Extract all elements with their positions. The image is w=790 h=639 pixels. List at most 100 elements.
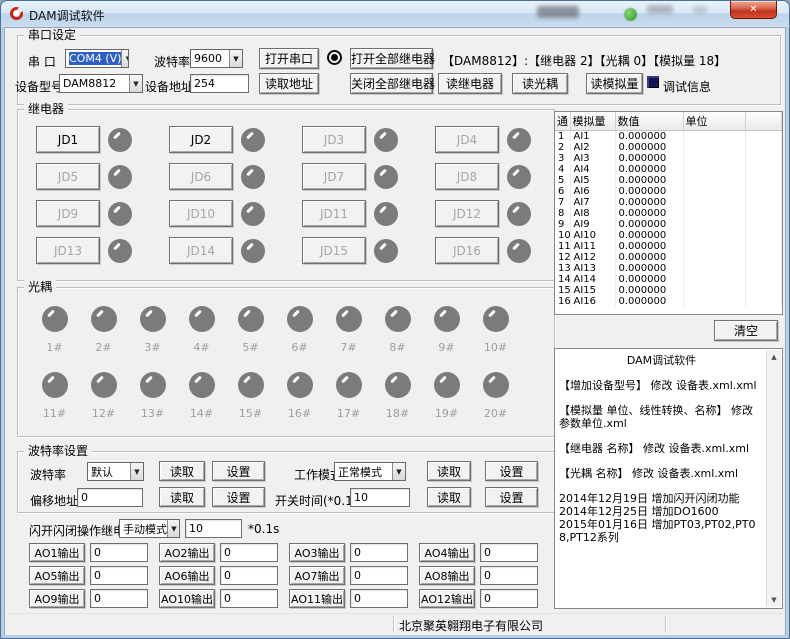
chevron-down-icon[interactable]: ▼	[130, 463, 143, 480]
ao-value-input-8[interactable]	[480, 566, 538, 585]
analog-table-row[interactable]: 8AI80.000000	[555, 208, 782, 219]
chevron-down-icon[interactable]: ▼	[121, 50, 129, 67]
ao-output-button-5[interactable]: AO5输出	[29, 566, 85, 585]
analog-table-row[interactable]: 15AI150.000000	[555, 285, 782, 296]
relay-button-jd3[interactable]: JD3	[302, 126, 366, 153]
close-button[interactable]: ✕	[730, 1, 777, 19]
read-opto-button[interactable]: 读光耦	[512, 73, 568, 94]
col-header-analog[interactable]: 模拟量	[570, 112, 615, 131]
baudrate-select[interactable]: 默认 ▼	[87, 462, 144, 481]
ao-value-input-2[interactable]	[220, 543, 278, 562]
col-header-value[interactable]: 数值	[615, 112, 683, 131]
relay-button-jd16[interactable]: JD16	[435, 237, 499, 264]
analog-table-row[interactable]: 6AI60.000000	[555, 186, 782, 197]
relay-button-jd9[interactable]: JD9	[36, 200, 100, 227]
relay-button-jd2[interactable]: JD2	[169, 126, 233, 153]
offset-set-button[interactable]: 设置	[212, 487, 265, 507]
relay-button-jd15[interactable]: JD15	[302, 237, 366, 264]
scroll-down-icon[interactable]: ▼	[767, 593, 781, 607]
device-addr-input[interactable]	[190, 74, 249, 93]
analog-table-row[interactable]: 16AI160.000000	[555, 296, 782, 307]
workmode-select[interactable]: 正常模式 ▼	[334, 462, 406, 481]
read-analog-button[interactable]: 读模拟量	[586, 73, 643, 94]
analog-table-row[interactable]: 1AI10.000000	[555, 131, 782, 143]
open-serial-button[interactable]: 打开串口	[259, 48, 319, 69]
chevron-down-icon[interactable]: ▼	[392, 463, 405, 480]
relay-button-jd14[interactable]: JD14	[169, 237, 233, 264]
relay-button-jd13[interactable]: JD13	[36, 237, 100, 264]
ao-value-input-10[interactable]	[220, 589, 278, 608]
ao-value-input-3[interactable]	[350, 543, 408, 562]
log-box[interactable]: DAM调试软件【增加设备型号】 修改 设备表.xml.xml【模拟量 单位、线性…	[554, 348, 783, 609]
col-header-unit[interactable]: 单位	[683, 112, 745, 131]
analog-table-row[interactable]: 14AI140.000000	[555, 274, 782, 285]
workmode-read-button[interactable]: 读取	[427, 461, 471, 481]
ao-output-button-7[interactable]: AO7输出	[289, 566, 345, 585]
baud-select[interactable]: 9600 ▼	[190, 49, 243, 68]
relay-button-jd5[interactable]: JD5	[36, 163, 100, 190]
chevron-down-icon[interactable]: ▼	[167, 520, 180, 537]
ao-value-input-11[interactable]	[350, 589, 408, 608]
analog-table-row[interactable]: 12AI120.000000	[555, 252, 782, 263]
switchtime-read-button[interactable]: 读取	[427, 487, 471, 507]
relay-button-jd11[interactable]: JD11	[302, 200, 366, 227]
ao-value-input-6[interactable]	[220, 566, 278, 585]
ao-output-button-2[interactable]: AO2输出	[159, 543, 215, 562]
ao-output-button-9[interactable]: AO9输出	[29, 589, 85, 608]
knob-pointer-icon	[439, 376, 447, 384]
ao-output-button-4[interactable]: AO4输出	[419, 543, 475, 562]
read-relay-button[interactable]: 读继电器	[438, 73, 502, 94]
log-scrollbar[interactable]: ▲ ▼	[766, 350, 781, 607]
analog-table-row[interactable]: 10AI100.000000	[555, 230, 782, 241]
switch-time-input[interactable]	[350, 488, 410, 507]
clear-button[interactable]: 清空	[714, 320, 778, 341]
flash-mode-select[interactable]: 手动模式 ▼	[119, 519, 180, 538]
analog-table-row[interactable]: 2AI20.000000	[555, 142, 782, 153]
ao-output-button-6[interactable]: AO6输出	[159, 566, 215, 585]
com-port-select[interactable]: COM4 (V) ▼	[65, 49, 129, 68]
relay-button-jd1[interactable]: JD1	[36, 126, 100, 153]
scroll-up-icon[interactable]: ▲	[767, 350, 781, 364]
relay-button-jd6[interactable]: JD6	[169, 163, 233, 190]
ao-output-button-1[interactable]: AO1输出	[29, 543, 85, 562]
analog-table-row[interactable]: 7AI70.000000	[555, 197, 782, 208]
ao-output-button-3[interactable]: AO3输出	[289, 543, 345, 562]
ao-value-input-5[interactable]	[90, 566, 148, 585]
ao-output-button-11[interactable]: AO11输出	[289, 589, 345, 608]
ao-value-input-4[interactable]	[480, 543, 538, 562]
ao-output-button-8[interactable]: AO8输出	[419, 566, 475, 585]
offset-read-button[interactable]: 读取	[159, 487, 205, 507]
ao-value-input-7[interactable]	[350, 566, 408, 585]
analog-table-row[interactable]: 13AI130.000000	[555, 263, 782, 274]
ao-value-input-1[interactable]	[90, 543, 148, 562]
relay-button-jd12[interactable]: JD12	[435, 200, 499, 227]
debug-info-checkbox-icon[interactable]	[647, 76, 659, 88]
relay-button-jd10[interactable]: JD10	[169, 200, 233, 227]
chevron-down-icon[interactable]: ▼	[229, 50, 242, 67]
switchtime-set-button[interactable]: 设置	[485, 487, 538, 507]
ao-output-button-12[interactable]: AO12输出	[419, 589, 475, 608]
baudrate-read-button[interactable]: 读取	[159, 461, 205, 481]
chevron-down-icon[interactable]: ▼	[129, 75, 142, 92]
ao-value-input-12[interactable]	[480, 589, 538, 608]
relay-button-jd4[interactable]: JD4	[435, 126, 499, 153]
analog-table-row[interactable]: 4AI40.000000	[555, 164, 782, 175]
close-all-relays-button[interactable]: 关闭全部继电器	[350, 73, 433, 94]
relay-button-jd8[interactable]: JD8	[435, 163, 499, 190]
device-model-select[interactable]: DAM8812 ▼	[59, 74, 143, 93]
open-all-relays-button[interactable]: 打开全部继电器	[350, 48, 433, 69]
analog-table-row[interactable]: 5AI50.000000	[555, 175, 782, 186]
flash-time-input[interactable]	[185, 519, 242, 538]
offset-addr-input[interactable]	[77, 488, 143, 507]
workmode-set-button[interactable]: 设置	[485, 461, 538, 481]
read-addr-button[interactable]: 读取地址	[259, 73, 319, 94]
analog-table-row[interactable]: 11AI110.000000	[555, 241, 782, 252]
ao-output-button-10[interactable]: AO10输出	[159, 589, 215, 608]
col-header-channel[interactable]: 通	[555, 112, 570, 131]
ao-value-input-9[interactable]	[90, 589, 148, 608]
analog-table[interactable]: 通 模拟量 数值 单位 1AI10.0000002AI20.0000003AI3…	[554, 111, 783, 315]
baudrate-set-button[interactable]: 设置	[212, 461, 265, 481]
analog-table-row[interactable]: 3AI30.000000	[555, 153, 782, 164]
analog-table-row[interactable]: 9AI90.000000	[555, 219, 782, 230]
relay-button-jd7[interactable]: JD7	[302, 163, 366, 190]
